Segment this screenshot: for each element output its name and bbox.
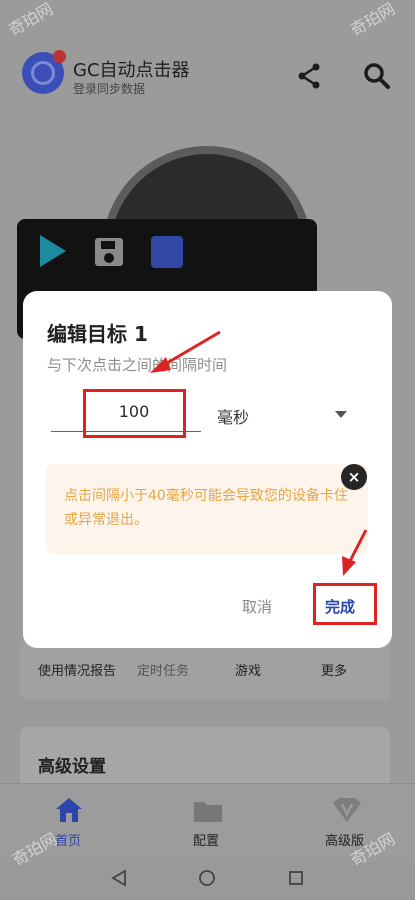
annotation-arrows [150,330,368,576]
